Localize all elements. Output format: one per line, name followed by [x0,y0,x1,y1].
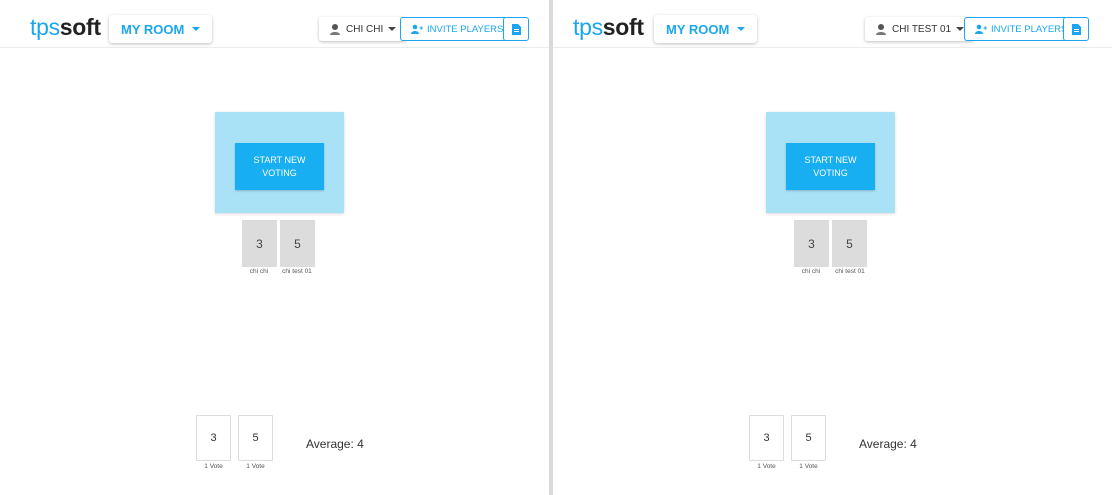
average-label: Average: 4 [859,437,917,451]
invite-players-button[interactable]: INVITE PLAYERS [400,17,515,41]
user-dropdown-button[interactable]: CHI CHI [319,17,407,41]
player-card: 5 [832,220,867,267]
document-icon [1071,23,1081,35]
voting-table: START NEW VOTING [215,112,344,213]
add-user-icon [975,24,987,34]
tpssoft-logo[interactable]: tpssoft [30,14,101,40]
user-name-label: CHI TEST 01 [892,23,952,35]
user-avatar-icon [875,23,887,35]
user-avatar-icon [329,23,341,35]
top-bar: tpssoft MY ROOM CHI TEST 01 INVITE PLAYE… [553,0,1112,48]
result-vote-count: 1 Vote [246,463,265,470]
invite-label: INVITE PLAYERS [427,23,504,35]
right-window: tpssoft MY ROOM CHI TEST 01 INVITE PLAYE… [553,0,1112,495]
result-card: 5 [238,415,273,461]
document-button[interactable] [1063,17,1089,41]
invite-label: INVITE PLAYERS [991,23,1068,35]
room-label: MY ROOM [666,21,730,37]
room-dropdown-button[interactable]: MY ROOM [654,15,758,43]
user-dropdown-button[interactable]: CHI TEST 01 [865,17,975,41]
user-name-label: CHI CHI [346,23,384,35]
app-stage: tpssoft MY ROOM CHI CHI INVITE PLAYERS S… [0,0,1112,495]
player-card: 3 [794,220,829,267]
player-card: 5 [280,220,315,267]
add-user-icon [411,24,423,34]
player-name: chi test 01 [835,268,865,275]
top-bar: tpssoft MY ROOM CHI CHI INVITE PLAYERS [0,0,549,48]
start-new-voting-button[interactable]: START NEW VOTING [786,143,875,190]
result-vote-count: 1 Vote [799,463,818,470]
chevron-down-icon [192,27,201,31]
average-label: Average: 4 [306,437,364,451]
room-label: MY ROOM [121,21,185,37]
tpssoft-logo[interactable]: tpssoft [573,14,644,40]
start-new-voting-button[interactable]: START NEW VOTING [235,143,324,190]
player-name: chi test 01 [282,268,312,275]
result-card: 3 [749,415,784,461]
document-button[interactable] [503,17,529,41]
result-vote-count: 1 Vote [204,463,223,470]
chevron-down-icon [737,27,746,31]
player-name: chi chi [801,268,821,275]
player-card: 3 [242,220,277,267]
chevron-down-icon [956,27,965,31]
voting-table: START NEW VOTING [766,112,895,213]
result-vote-count: 1 Vote [757,463,776,470]
result-card: 5 [791,415,826,461]
document-icon [511,23,521,35]
chevron-down-icon [388,27,397,31]
left-window: tpssoft MY ROOM CHI CHI INVITE PLAYERS S… [0,0,549,495]
invite-players-button[interactable]: INVITE PLAYERS [964,17,1079,41]
room-dropdown-button[interactable]: MY ROOM [109,15,213,43]
result-card: 3 [196,415,231,461]
